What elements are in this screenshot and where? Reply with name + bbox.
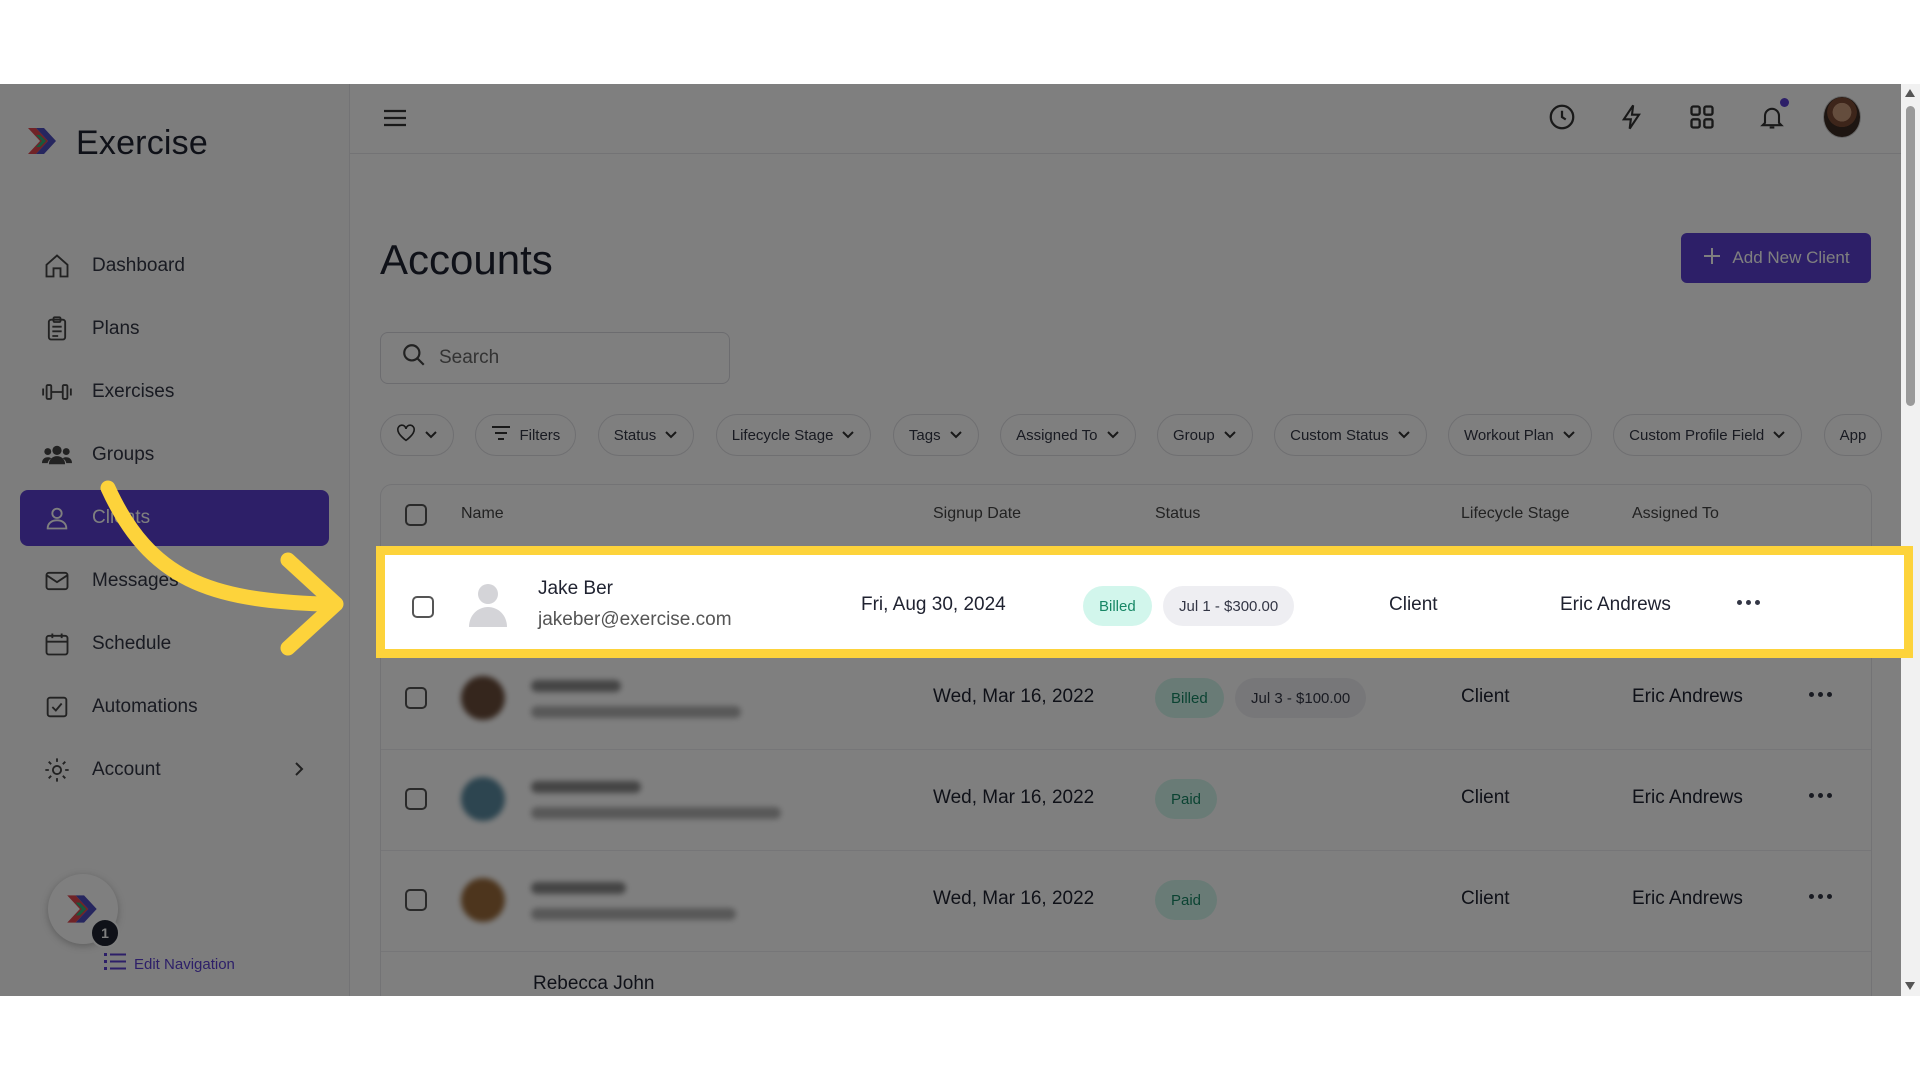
guide-arrow-icon [100, 480, 344, 656]
